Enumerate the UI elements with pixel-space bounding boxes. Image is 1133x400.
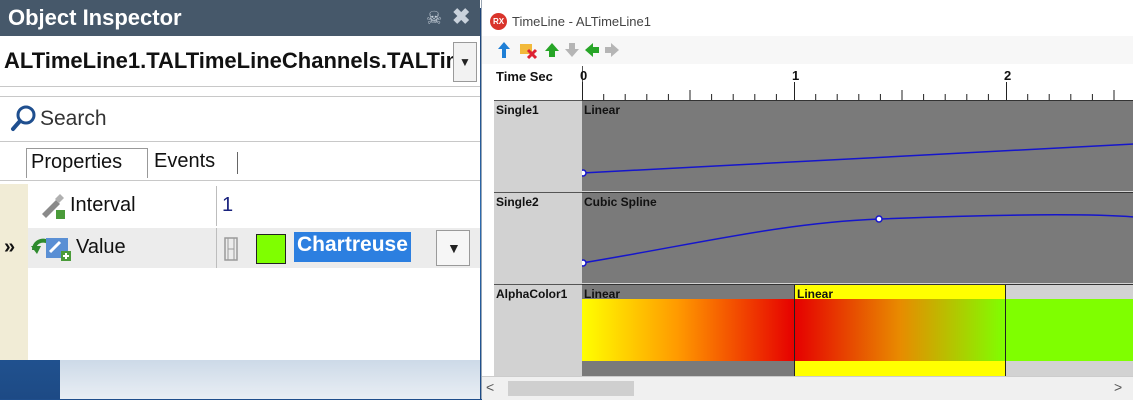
tab-properties-label: Properties — [31, 151, 123, 173]
timeline-titlebar[interactable]: RX TimeLine - ALTimeLine1 — [482, 8, 1133, 36]
property-icon — [46, 238, 71, 261]
property-value-interval[interactable]: 1 — [222, 194, 233, 217]
inspector-gutter — [0, 184, 28, 360]
timeline-toolbar — [482, 36, 1133, 64]
search-input[interactable]: Search — [40, 107, 107, 131]
channel-separator — [494, 192, 582, 193]
spline-curve — [582, 214, 1133, 267]
color-segment-1[interactable]: Linear — [582, 285, 794, 376]
move-up-icon[interactable] — [542, 40, 562, 60]
property-label-value: Value — [76, 236, 126, 258]
object-inspector-titlebar[interactable]: Object Inspector ☠ ✖ — [0, 0, 480, 36]
channel-separator — [494, 284, 582, 285]
time-ruler[interactable]: Time Sec 0 1 2 — [494, 66, 1133, 101]
search-bar[interactable]: Search — [0, 96, 480, 142]
color-swatch — [256, 234, 286, 264]
delete-channel-icon[interactable] — [518, 40, 538, 60]
channel-label-alphacolor1[interactable]: AlphaColor1 — [496, 287, 567, 301]
color-segment-2-selected[interactable]: Linear — [794, 285, 1006, 376]
property-value-color[interactable]: Chartreuse — [294, 232, 411, 262]
app-logo-icon: RX — [490, 13, 507, 30]
pin-icon[interactable]: ☠ — [426, 8, 442, 29]
chevron-down-icon: ▼ — [447, 240, 461, 256]
horizontal-scrollbar[interactable]: < > — [482, 376, 1133, 400]
tick-label-2: 2 — [1004, 68, 1012, 83]
move-down-icon[interactable] — [562, 40, 582, 60]
current-row-indicator: » — [4, 236, 16, 258]
inspector-tabs: Properties Events — [0, 144, 480, 181]
object-selector-dropdown-button[interactable]: ▼ — [453, 42, 477, 82]
time-ruler-label: Time Sec — [496, 69, 553, 84]
gradient-bar — [582, 299, 794, 361]
chevron-down-icon: ▼ — [459, 55, 471, 69]
object-inspector-panel: Object Inspector ☠ ✖ ALTimeLine1.TALTime… — [0, 0, 480, 360]
object-inspector-title: Object Inspector — [8, 5, 182, 30]
tick-label-1: 1 — [792, 68, 800, 83]
tick-label-0: 0 — [580, 68, 588, 83]
tab-events[interactable]: Events — [150, 148, 234, 178]
channel-lane-single1[interactable]: Linear — [582, 100, 1133, 191]
timeline-window: RX TimeLine - ALTimeLine1 Time Sec 0 1 2… — [481, 0, 1133, 400]
object-selector-value: ALTimeLine1.TALTimeLineChannels.TALTimeL… — [4, 48, 454, 73]
close-icon[interactable]: ✖ — [452, 4, 470, 30]
keyframe-point[interactable] — [582, 259, 587, 267]
property-name-cell: Interval — [28, 186, 217, 226]
channel-lane-alphacolor1[interactable]: Linear Linear — [582, 284, 1133, 376]
film-strip-icon[interactable] — [224, 237, 238, 261]
property-value-cell[interactable]: Chartreuse ▼ — [218, 228, 480, 268]
keyframe-point[interactable] — [875, 215, 883, 223]
channel-lane-single2[interactable]: Cubic Spline — [582, 192, 1133, 283]
linear-curve — [582, 143, 1133, 177]
scroll-thumb[interactable] — [508, 381, 634, 396]
color-tail-bar — [1006, 299, 1133, 361]
ruler-ticks — [582, 82, 1115, 100]
timeline-area: Time Sec 0 1 2 Single1 Single2 AlphaColo… — [494, 66, 1133, 376]
channel-label-single2[interactable]: Single2 — [496, 195, 539, 209]
tab-divider — [237, 152, 238, 174]
property-label-interval: Interval — [70, 194, 136, 216]
property-row-value[interactable]: » Value Chartreuse ▼ — [4, 228, 480, 268]
move-left-icon[interactable] — [582, 40, 602, 60]
object-selector-combobox[interactable]: ALTimeLine1.TALTimeLineChannels.TALTimeL… — [0, 38, 480, 87]
timeline-title: TimeLine - ALTimeLine1 — [512, 14, 651, 29]
color-dropdown-button[interactable]: ▼ — [436, 230, 470, 266]
property-value-cell[interactable]: 1 — [218, 186, 480, 226]
search-icon — [11, 105, 36, 131]
add-channel-icon[interactable] — [494, 40, 514, 60]
scroll-right-arrow[interactable]: > — [1114, 379, 1122, 395]
tab-properties[interactable]: Properties — [26, 148, 148, 178]
property-icon — [42, 194, 65, 219]
scroll-left-arrow[interactable]: < — [486, 379, 494, 395]
tab-events-label: Events — [154, 150, 216, 172]
channel-label-single1[interactable]: Single1 — [496, 103, 539, 117]
property-name-cell: Value — [28, 228, 217, 268]
property-row-interval[interactable]: Interval 1 — [28, 186, 480, 226]
keyframe-point[interactable] — [582, 169, 587, 177]
desktop-highlight — [60, 355, 480, 399]
move-right-icon[interactable] — [602, 40, 622, 60]
gradient-bar — [795, 299, 1005, 361]
